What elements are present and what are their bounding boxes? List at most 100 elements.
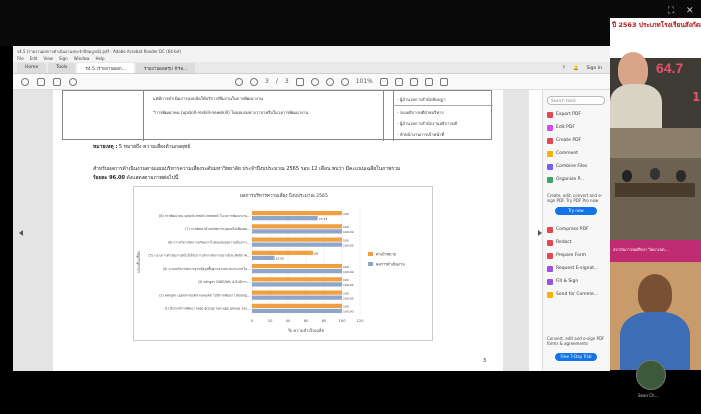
summary-percent: ร้อยละ 96.00 <box>93 175 125 181</box>
tab-home[interactable]: Home <box>17 63 47 73</box>
fit-page-icon[interactable] <box>379 77 388 86</box>
y-axis-label: ประเด็นเสี่ยง <box>135 251 141 273</box>
legend-swatch <box>368 262 373 266</box>
menu-edit[interactable]: Edit <box>30 56 38 61</box>
data-label: 100 <box>343 305 349 309</box>
data-label: 100 <box>343 225 349 229</box>
participant-avatar[interactable] <box>636 360 666 390</box>
try-now-button[interactable]: Try now <box>555 207 597 215</box>
bookmark-icon[interactable] <box>37 77 45 86</box>
tools-sidebar: Search tools Export PDF Edit PDF Create … <box>542 90 610 371</box>
zoom-out-icon[interactable] <box>325 77 334 86</box>
hand-tool-icon[interactable] <box>310 77 319 86</box>
virtual-background-banner: สถาบันการพลศึกษา วิทยาเขต… <box>610 240 701 262</box>
tab-document-1[interactable]: ร4.5 (รายงานผลก... <box>77 63 134 73</box>
home-icon[interactable] <box>21 77 29 86</box>
comment-icon[interactable] <box>394 77 403 86</box>
data-label: 68 <box>314 252 318 256</box>
send-comments-icon <box>547 291 553 298</box>
sidebar-item-export-pdf[interactable]: Export PDF <box>547 110 609 119</box>
menu-file[interactable]: File <box>17 56 24 61</box>
data-label: 100.00 <box>343 243 354 247</box>
fullscreen-icon[interactable]: ⛶ <box>668 6 674 16</box>
sidebar-item-edit-pdf[interactable]: Edit PDF <box>547 123 609 132</box>
next-page-icon[interactable] <box>250 77 258 86</box>
sidebar-item-label: Create PDF <box>556 138 582 143</box>
draw-icon[interactable] <box>424 77 433 86</box>
remark-label: หมายเหตุ : <box>93 144 118 150</box>
sidebar-item-fill-sign[interactable]: Fill & Sign <box>547 277 609 286</box>
table-cell: แต่มีการดำเนินการแบบจัดให้บริการ/ทีมงานใ… <box>153 96 263 101</box>
pdf-page: แต่มีการดำเนินการแบบจัดให้บริการ/ทีมงานใ… <box>53 90 503 371</box>
bar-target <box>252 210 342 216</box>
fill-sign-icon <box>547 278 553 285</box>
participant <box>622 170 632 182</box>
category-label: (1) มีเกณฑ์การพัฒนา (age group/ non-age … <box>165 307 250 311</box>
tab-document-2[interactable]: รายงานผลสรุป #รอ... <box>135 63 196 73</box>
bar-actual <box>252 255 275 261</box>
prev-page-icon[interactable] <box>235 77 243 86</box>
search-icon[interactable] <box>69 77 77 86</box>
sidebar-item-label: Prepare Form <box>556 253 587 258</box>
shared-slide: ปี 2563 ประเภทโรงเรียนสังกัดสถาบันฯ <box>610 18 701 58</box>
sidebar-item-send-comments[interactable]: Send for Comme... <box>547 290 609 299</box>
menu-help[interactable]: Help <box>95 56 104 61</box>
category-label: (2) หลักสูตร upskill-reskill-newskill ไม… <box>159 293 250 297</box>
menu-view[interactable]: View <box>43 56 53 61</box>
bar-actual <box>252 229 342 234</box>
comment-tool-icon <box>547 150 553 157</box>
sidebar-item-label: Compress PDF <box>556 227 589 232</box>
highlight-icon[interactable] <box>409 77 418 86</box>
sidebar-item-comment[interactable]: Comment <box>547 149 609 158</box>
x-tick-label: 60 <box>304 318 309 323</box>
sign-in-link[interactable]: Sign In <box>587 66 602 71</box>
sidebar-item-organize-pages[interactable]: Organize P... <box>547 175 609 184</box>
sidebar-item-request-esign[interactable]: Request E-signat... <box>547 264 609 273</box>
data-label: 100.00 <box>343 230 354 234</box>
bar-target <box>252 263 342 269</box>
sign-icon[interactable] <box>439 77 448 86</box>
table-cell: - ผู้อำนวยการสำนักคิดปฏา <box>397 97 446 102</box>
data-label: 73.33 <box>319 217 328 221</box>
free-trial-button[interactable]: Free 7-Day Trial <box>555 353 597 361</box>
tools-search-input[interactable]: Search tools <box>547 96 605 105</box>
bar-target <box>252 277 342 282</box>
menu-sign[interactable]: Sign <box>59 56 68 61</box>
x-tick-label: 40 <box>286 318 291 323</box>
zoom-in-icon[interactable] <box>340 77 349 86</box>
bar-target <box>252 237 342 242</box>
sidebar-item-redact[interactable]: Redact <box>547 238 609 247</box>
close-icon[interactable]: ✕ <box>686 6 694 16</box>
account-controls: ? 🔔 Sign In <box>559 64 606 73</box>
data-label: 100 <box>343 212 349 216</box>
legend-swatch <box>368 252 373 256</box>
sidebar-item-compress-pdf[interactable]: Compress PDF <box>547 225 609 234</box>
menu-window[interactable]: Window <box>74 56 90 61</box>
help-icon[interactable]: ? <box>563 66 565 71</box>
top-black-bar: ⛶ ✕ <box>0 0 701 46</box>
data-label: 100 <box>343 265 349 269</box>
scroll-left-icon[interactable] <box>19 230 23 236</box>
video-tile-speaker[interactable]: สถาบันการพลศึกษา วิทยาเขต… <box>610 240 701 370</box>
sidebar-item-prepare-form[interactable]: Prepare Form <box>547 251 609 260</box>
video-tile-meeting-room[interactable] <box>610 128 701 240</box>
summary-text: สำหรับผลการดำเนินงานตามแผนบริหารความเสี่… <box>93 166 401 172</box>
sidebar-item-label: Send for Comme... <box>556 292 599 297</box>
page-controls: 3 / 3 101% <box>235 77 448 86</box>
request-esign-icon <box>547 265 553 272</box>
print-icon[interactable] <box>53 77 61 86</box>
bar-actual <box>252 282 342 287</box>
x-tick-label: 0 <box>251 318 254 323</box>
page-current[interactable]: 3 <box>265 78 269 85</box>
tab-tools[interactable]: Tools <box>48 63 76 73</box>
promo-footer: Convert, edit and e-sign PDF forms & agr… <box>547 336 605 346</box>
video-tile-presenter[interactable]: ปี 2563 ประเภทโรงเรียนสังกัดสถาบันฯ 64.7… <box>610 18 701 128</box>
select-tool-icon[interactable] <box>295 77 304 86</box>
sidebar-item-combine-files[interactable]: Combine Files <box>547 162 609 171</box>
risk-chart-svg: ผลการบริหารความเสี่ยง ปีงบประมาณ 2565 0 20… <box>135 192 405 333</box>
remark-line: หมายเหตุ : 5 หมายถึง ความเสี่ยงด้านกลยุท… <box>93 143 190 151</box>
x-tick-label: 100 <box>338 318 346 323</box>
sidebar-item-create-pdf[interactable]: Create PDF <box>547 136 609 145</box>
zoom-level[interactable]: 101% <box>356 78 373 85</box>
bell-icon[interactable]: 🔔 <box>573 66 579 71</box>
